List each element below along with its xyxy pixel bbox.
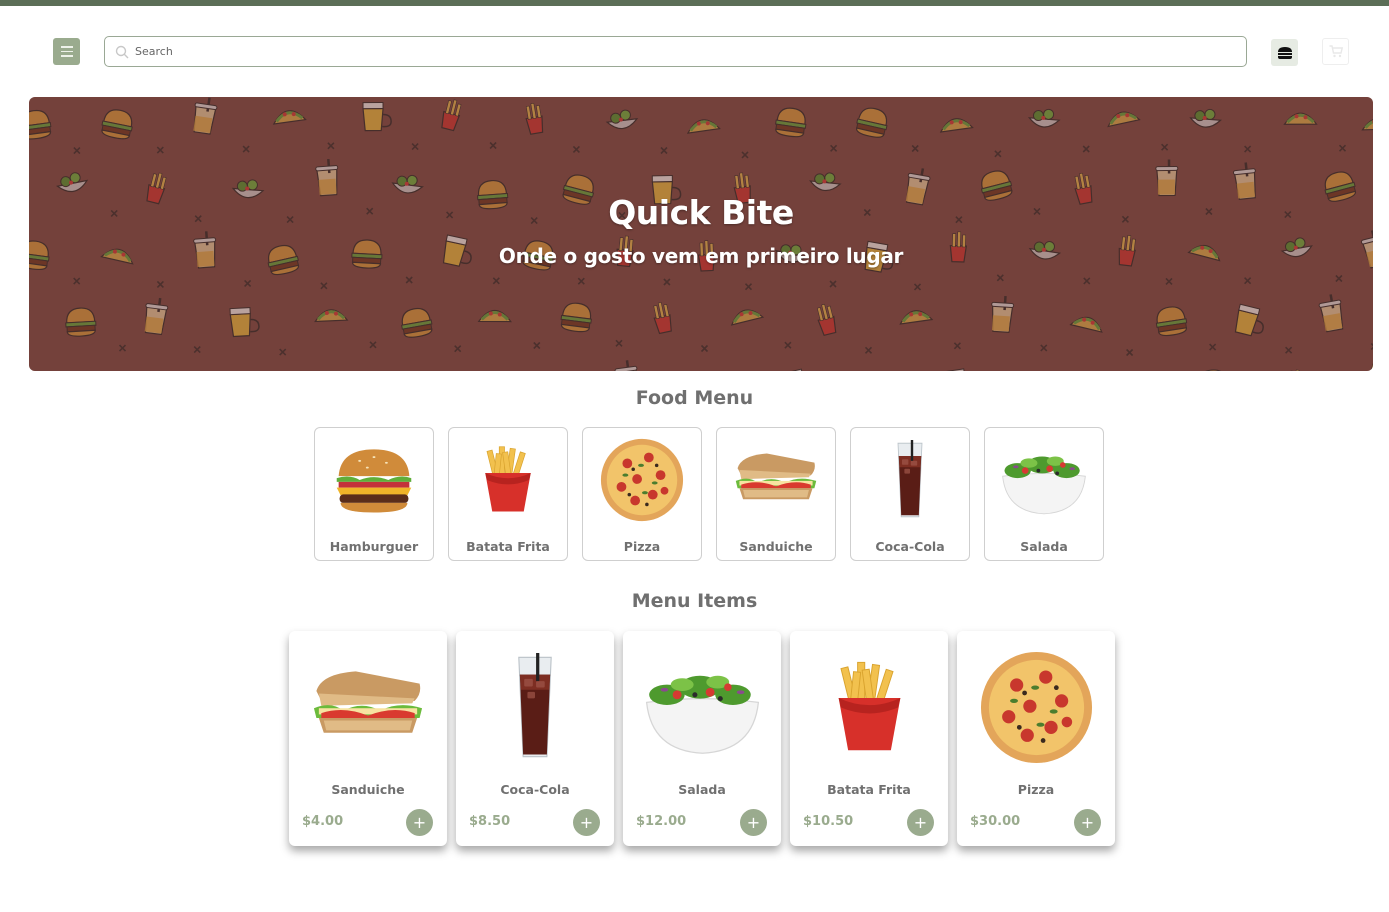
cola-image <box>863 434 957 526</box>
menu-item-card: Batata Frita $10.50 + <box>790 631 948 846</box>
hero-banner: Quick Bite Onde o gosto vem em primeiro … <box>29 97 1373 371</box>
category-label: Batata Frita <box>466 539 550 554</box>
menu-item-card: Coca-Cola $8.50 + <box>456 631 614 846</box>
item-price: $12.00 <box>636 814 687 829</box>
item-name: Batata Frita <box>827 782 911 797</box>
menu-item-card: Salada $12.00 + <box>623 631 781 846</box>
search-icon <box>115 45 129 58</box>
category-card-batata-frita[interactable]: Batata Frita <box>448 427 568 561</box>
item-name: Pizza <box>1017 782 1055 797</box>
category-label: Hamburguer <box>329 539 419 554</box>
menu-item-list: Sanduiche $4.00 + Coca-Cola $8.50 + Sala… <box>289 631 1115 846</box>
fries-image <box>461 434 555 526</box>
category-card-sanduiche[interactable]: Sanduiche <box>716 427 836 561</box>
add-to-cart-button[interactable]: + <box>573 809 600 836</box>
search-input[interactable] <box>135 45 1246 58</box>
category-list: Hamburguer Batata Frita Pizza Sanduiche … <box>314 427 1104 561</box>
item-name: Sanduiche <box>331 782 405 797</box>
header <box>0 0 1389 97</box>
cola-image <box>468 641 602 773</box>
hero-subtitle: Onde o gosto vem em primeiro lugar <box>498 244 904 268</box>
add-to-cart-button[interactable]: + <box>907 809 934 836</box>
category-label: Coca-Cola <box>875 539 945 554</box>
salad-image <box>997 434 1091 526</box>
item-price: $10.50 <box>803 814 854 829</box>
cart-icon[interactable] <box>1322 38 1349 65</box>
category-label: Salada <box>1020 539 1068 554</box>
pizza-image <box>969 641 1103 773</box>
menu-items-title: Menu Items <box>631 590 758 612</box>
menu-item-card: Sanduiche $4.00 + <box>289 631 447 846</box>
add-to-cart-button[interactable]: + <box>1074 809 1101 836</box>
category-card-hamburguer[interactable]: Hamburguer <box>314 427 434 561</box>
hamburger-menu-icon[interactable] <box>53 38 80 65</box>
hero-title: Quick Bite <box>608 193 794 232</box>
hamburger-image <box>327 434 421 526</box>
food-menu-title: Food Menu <box>635 387 754 409</box>
salad-image <box>635 641 769 773</box>
add-to-cart-button[interactable]: + <box>406 809 433 836</box>
search-bar[interactable] <box>104 36 1247 67</box>
sandwich-image <box>301 641 435 773</box>
fries-image <box>802 641 936 773</box>
burger-logo-icon <box>1271 39 1298 66</box>
item-name: Coca-Cola <box>500 782 570 797</box>
category-card-pizza[interactable]: Pizza <box>582 427 702 561</box>
item-price: $30.00 <box>970 814 1021 829</box>
item-name: Salada <box>678 782 726 797</box>
menu-item-card: Pizza $30.00 + <box>957 631 1115 846</box>
item-price: $4.00 <box>302 814 344 829</box>
pizza-image <box>595 434 689 526</box>
item-price: $8.50 <box>469 814 511 829</box>
add-to-cart-button[interactable]: + <box>740 809 767 836</box>
category-label: Pizza <box>623 539 661 554</box>
category-card-salada[interactable]: Salada <box>984 427 1104 561</box>
sandwich-image <box>729 434 823 526</box>
category-label: Sanduiche <box>739 539 813 554</box>
category-card-coca-cola[interactable]: Coca-Cola <box>850 427 970 561</box>
